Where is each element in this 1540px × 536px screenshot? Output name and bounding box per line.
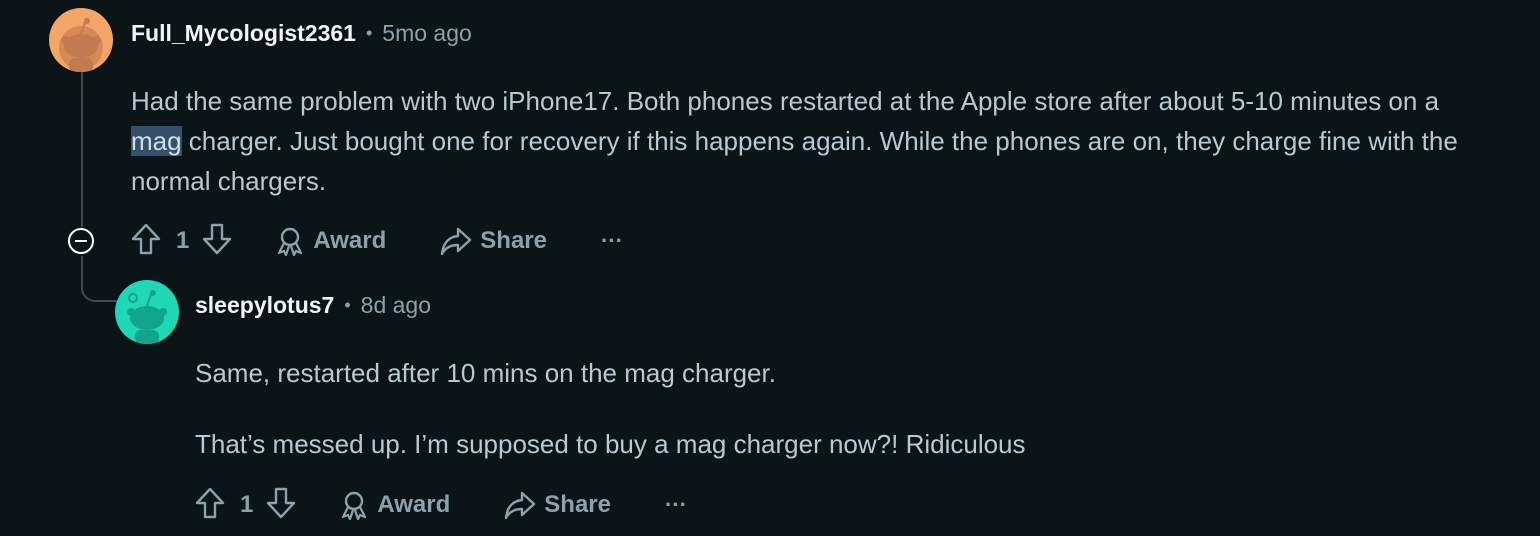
award-label: Award <box>377 491 451 518</box>
comment-text: Had the same problem with two iPhone17. … <box>131 86 1440 116</box>
collapse-icon <box>75 239 87 243</box>
comment-header: Full_Mycologist2361 • 5mo ago <box>131 20 472 47</box>
collapse-thread-button[interactable] <box>68 228 94 254</box>
comment-actions: 1 Award Share ··· <box>130 222 623 260</box>
separator-dot: • <box>365 23 373 43</box>
share-button[interactable]: Share <box>504 490 611 520</box>
more-options-button[interactable]: ··· <box>665 492 687 518</box>
award-icon <box>275 226 305 256</box>
downvote-icon[interactable] <box>201 222 233 261</box>
thread-line <box>81 72 83 227</box>
share-label: Share <box>544 491 611 518</box>
comment-header: sleepylotus7 • 8d ago <box>195 292 431 319</box>
vote-count: 1 <box>240 491 254 518</box>
award-icon <box>339 490 369 520</box>
avatar[interactable] <box>49 8 113 72</box>
timestamp[interactable]: 5mo ago <box>382 20 472 47</box>
separator-dot: • <box>344 295 351 315</box>
share-icon <box>504 490 536 520</box>
comment-paragraph: That’s messed up. I’m supposed to buy a … <box>195 429 1026 459</box>
comment-text-continued: charger. Just bought one for recovery if… <box>131 126 1458 196</box>
downvote-icon[interactable] <box>265 486 297 525</box>
award-button[interactable]: Award <box>339 490 450 520</box>
award-label: Award <box>313 227 387 254</box>
timestamp[interactable]: 8d ago <box>361 292 431 319</box>
share-button[interactable]: Share <box>440 226 547 256</box>
snoo-avatar-icon <box>59 18 103 72</box>
snoo-avatar-icon <box>127 290 167 344</box>
more-options-button[interactable]: ··· <box>601 228 623 254</box>
share-icon <box>440 226 472 256</box>
selected-text: mag <box>131 126 182 156</box>
comment-paragraph: Same, restarted after 10 mins on the mag… <box>195 358 776 388</box>
avatar[interactable] <box>115 280 179 344</box>
comment-body: Had the same problem with two iPhone17. … <box>131 81 1471 201</box>
award-button[interactable]: Award <box>275 226 386 256</box>
username[interactable]: Full_Mycologist2361 <box>131 20 356 47</box>
upvote-icon[interactable] <box>194 486 226 525</box>
upvote-icon[interactable] <box>130 222 162 261</box>
vote-count: 1 <box>176 227 190 254</box>
share-label: Share <box>480 227 547 254</box>
comment-actions: 1 Award Share ··· <box>194 486 687 524</box>
username[interactable]: sleepylotus7 <box>195 292 334 319</box>
thread-connector <box>81 256 117 302</box>
